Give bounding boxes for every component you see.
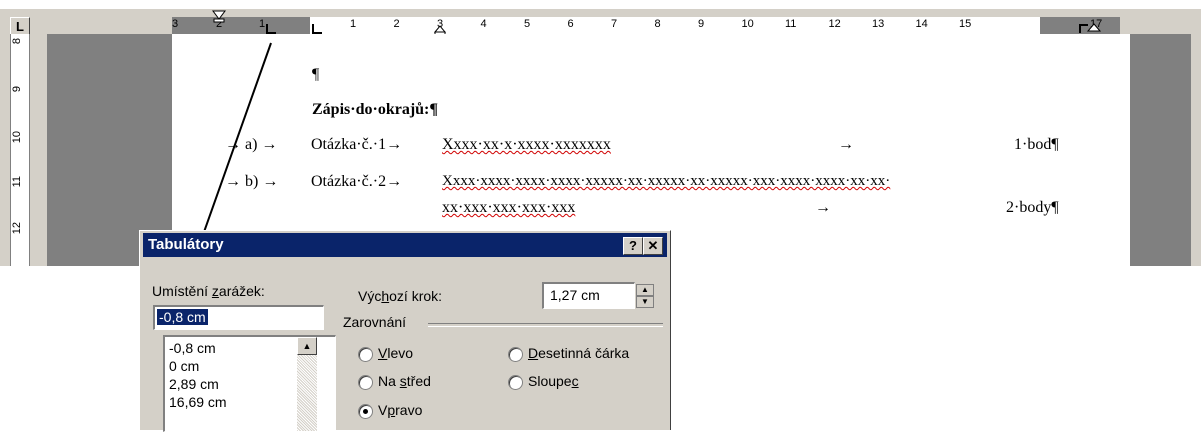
list-item[interactable]: 16,69 cm xyxy=(169,394,227,410)
dialog-title: Tabulátory xyxy=(148,236,224,253)
answer-text: Xxxx·xxxx·xxxx·xxxx·xxxxx·xx·xxxxx·xx·xx… xyxy=(442,173,891,189)
list-marker: → b) → xyxy=(225,173,279,190)
ruler-left-margin xyxy=(172,17,310,35)
tab-stop-input[interactable]: -0,8 cm xyxy=(153,305,324,330)
radio-right[interactable] xyxy=(358,404,373,419)
ruler-label: 14 xyxy=(915,18,928,30)
ruler-label: 15 xyxy=(959,18,972,30)
ruler-label: 10 xyxy=(741,18,754,30)
help-button[interactable]: ? xyxy=(623,237,643,255)
points-text: 2·body¶ xyxy=(1006,199,1059,216)
list-item[interactable]: -0,8 cm xyxy=(169,340,216,356)
vertical-scrollbar[interactable] xyxy=(1191,9,1201,266)
ruler-label: 1 xyxy=(350,18,357,30)
ruler-label: 7 xyxy=(611,18,618,30)
page-right-background xyxy=(1130,34,1191,266)
tab-stop-marker[interactable] xyxy=(266,24,276,34)
spin-down-icon[interactable]: ▼ xyxy=(636,296,654,308)
ruler-label: 2 xyxy=(393,18,400,30)
document-heading: Zápis·do·okrajů:¶ xyxy=(312,101,439,118)
vruler-label: 8 xyxy=(11,38,23,45)
scroll-up-icon[interactable]: ▲ xyxy=(297,337,317,355)
radio-right-label[interactable]: Vpravo xyxy=(378,402,422,418)
radio-center[interactable] xyxy=(358,375,373,390)
ruler-label: 3 xyxy=(172,18,179,30)
ruler-label: 13 xyxy=(872,18,885,30)
horizontal-ruler[interactable] xyxy=(310,17,1040,35)
ruler-label: 4 xyxy=(480,18,487,30)
radio-decimal[interactable] xyxy=(508,347,523,362)
radio-left-label[interactable]: Vlevo xyxy=(378,345,413,361)
ruler-label: 5 xyxy=(524,18,531,30)
vruler-label: 9 xyxy=(11,86,23,93)
radio-center-label[interactable]: Na střed xyxy=(378,373,431,389)
tab-arrow: → xyxy=(838,136,854,153)
tab-stop-list[interactable]: -0,8 cm 0 cm 2,89 cm 16,69 cm ▲ xyxy=(163,335,336,432)
spin-up-icon[interactable]: ▲ xyxy=(636,284,654,296)
tab-stop-position-label: Umístění zarážek: xyxy=(152,283,265,299)
radio-bar[interactable] xyxy=(508,375,523,390)
radio-bar-label[interactable]: Sloupec xyxy=(528,373,579,389)
answer-text: Xxxx·xx·x·xxxx·xxxxxxx xyxy=(442,136,611,153)
ruler-label: 11 xyxy=(785,18,797,30)
tab-stop-marker[interactable] xyxy=(312,24,322,34)
ruler-label: 8 xyxy=(654,18,661,30)
close-button[interactable]: ✕ xyxy=(643,237,663,255)
points-text: 1·bod¶ xyxy=(1014,136,1059,153)
vruler-label: 12 xyxy=(11,222,23,235)
list-item[interactable]: 0 cm xyxy=(169,358,199,374)
default-step-input[interactable]: 1,27 cm xyxy=(542,282,635,309)
default-step-label: Výchozí krok: xyxy=(358,288,443,304)
answer-text-continued: xx·xxx·xxx·xxx·xxx xyxy=(442,199,576,216)
ruler-label: 9 xyxy=(698,18,705,30)
ruler-label: 12 xyxy=(828,18,841,30)
alignment-group-label: Zarovnání xyxy=(343,314,407,330)
ruler-label: 1 xyxy=(259,18,266,30)
question-label: Otázka·č.·1→ xyxy=(311,136,403,153)
radio-left[interactable] xyxy=(358,347,373,362)
list-item[interactable]: 2,89 cm xyxy=(169,376,219,392)
tab-arrow: → xyxy=(815,199,831,216)
question-label: Otázka·č.·2→ xyxy=(311,173,403,190)
group-divider xyxy=(428,323,663,327)
list-scrollbar[interactable]: ▲ xyxy=(297,337,317,431)
paragraph-mark: ¶ xyxy=(312,66,320,83)
vruler-label: 10 xyxy=(11,131,23,144)
ruler-label: 6 xyxy=(567,18,574,30)
default-step-spinner[interactable]: ▲ ▼ xyxy=(636,284,654,308)
vruler-label: 11 xyxy=(11,176,23,188)
right-indent-icon[interactable] xyxy=(1078,21,1108,35)
radio-decimal-label[interactable]: Desetinná čárka xyxy=(528,345,629,361)
vertical-ruler[interactable]: 8 9 10 11 12 xyxy=(10,34,30,266)
first-line-indent-icon[interactable] xyxy=(212,10,228,24)
list-marker: → a) → xyxy=(225,136,278,153)
